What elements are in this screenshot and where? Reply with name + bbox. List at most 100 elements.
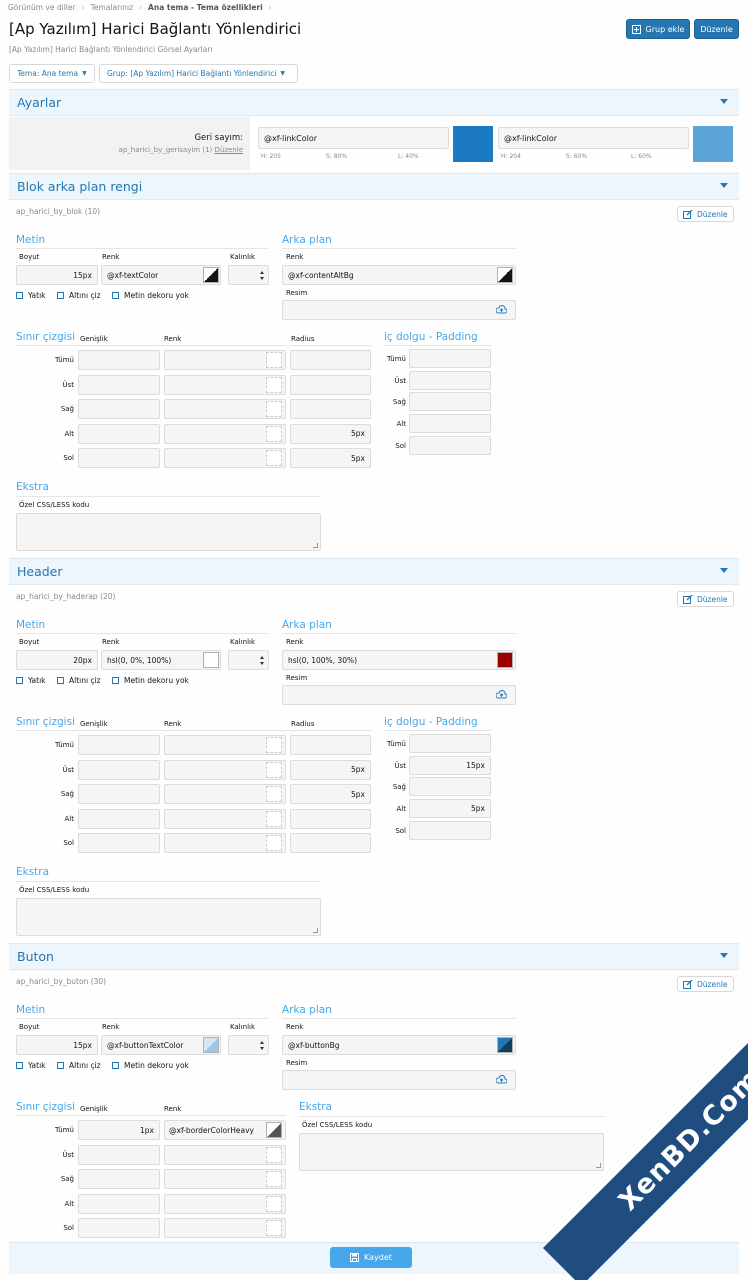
color-swatch[interactable] [266,352,282,368]
color-swatch[interactable] [266,425,282,442]
border-width-input[interactable] [78,1218,160,1238]
group-header-buton[interactable]: Buton [9,943,739,970]
property-edit-button[interactable]: Düzenle [677,206,734,222]
setting-edit-link[interactable]: Düzenle [215,146,244,154]
padding-input[interactable]: 15px [409,755,491,775]
border-radius-input[interactable]: 5px [290,759,371,780]
group-header-ayarlar[interactable]: Ayarlar [9,89,739,116]
add-group-button[interactable]: Grup ekle [626,19,690,39]
underline-checkbox[interactable]: Altını çiz [57,291,101,300]
padding-input[interactable] [409,435,491,455]
border-radius-input[interactable] [290,374,371,395]
css-textarea[interactable] [16,513,321,551]
border-width-input[interactable] [78,833,160,853]
no-decoration-checkbox[interactable]: Metin dekoru yok [112,676,189,685]
save-button[interactable]: Kaydet [330,1247,412,1268]
breadcrumb-item[interactable]: Temalarınız [91,3,133,12]
color-swatch[interactable] [453,126,493,162]
css-textarea[interactable] [16,898,321,936]
padding-input[interactable] [409,734,491,753]
color-swatch[interactable] [266,401,282,417]
border-radius-input[interactable]: 5px [290,423,371,444]
italic-checkbox[interactable]: Yatık [16,1061,46,1070]
font-size-input[interactable]: 20px [16,650,98,670]
color-swatch[interactable] [266,737,282,753]
bg-color-input[interactable]: hsl(0, 100%, 30%) [282,650,516,670]
border-width-input[interactable] [78,808,160,829]
color-swatch[interactable] [266,1146,282,1163]
border-radius-input[interactable] [290,399,371,419]
border-width-input[interactable] [78,759,160,780]
padding-input[interactable] [409,820,491,840]
color-swatch[interactable] [266,835,282,851]
padding-input[interactable] [409,777,491,797]
border-radius-input[interactable] [290,833,371,853]
color-swatch[interactable] [266,1195,282,1212]
bg-image-input[interactable] [282,685,516,705]
color-swatch[interactable] [266,376,282,393]
color-swatch[interactable] [203,652,219,668]
color-swatch[interactable] [266,450,282,466]
border-radius-input[interactable] [290,350,371,370]
padding-input[interactable] [409,392,491,412]
color-swatch[interactable] [266,810,282,827]
upload-icon[interactable] [496,1075,507,1084]
border-radius-input[interactable] [290,735,371,755]
padding-input[interactable] [409,349,491,368]
underline-checkbox[interactable]: Altını çiz [57,1061,101,1070]
color-swatch[interactable] [203,267,219,283]
no-decoration-checkbox[interactable]: Metin dekoru yok [112,291,189,300]
italic-checkbox[interactable]: Yatık [16,291,46,300]
color-swatch[interactable] [203,1037,219,1053]
border-color-value[interactable]: @xf-borderColorHeavy [164,1120,266,1140]
font-size-input[interactable]: 15px [16,1035,98,1055]
border-width-input[interactable] [78,374,160,395]
color-swatch[interactable] [266,786,282,802]
group-header-blok[interactable]: Blok arka plan rengi [9,173,739,200]
theme-filter[interactable]: Tema: Ana tema ▼ [9,64,95,83]
breadcrumb-item[interactable]: Görünüm ve diller [8,3,76,12]
color-swatch[interactable] [266,1122,282,1138]
border-width-input[interactable] [78,1144,160,1165]
no-decoration-checkbox[interactable]: Metin dekoru yok [112,1061,189,1070]
italic-checkbox[interactable]: Yatık [16,676,46,685]
color-swatch[interactable] [497,652,513,668]
padding-input[interactable] [409,414,491,434]
border-radius-input[interactable]: 5px [290,448,371,468]
color-input[interactable]: @xf-linkColor [258,127,449,149]
property-edit-button[interactable]: Düzenle [677,591,734,607]
padding-input[interactable] [409,370,491,390]
color-swatch[interactable] [266,761,282,778]
upload-icon[interactable] [496,305,507,314]
border-width-input[interactable] [78,448,160,468]
edit-button[interactable]: Düzenle [694,19,739,39]
border-width-input[interactable] [78,735,160,755]
font-size-input[interactable]: 15px [16,265,98,285]
font-weight-select[interactable] [228,265,269,285]
group-filter[interactable]: Grup: [Ap Yazılım] Harici Bağlantı Yönle… [99,64,298,83]
upload-icon[interactable] [496,690,507,699]
color-swatch[interactable] [497,267,513,283]
font-weight-select[interactable] [228,1035,269,1055]
padding-input[interactable]: 5px [409,799,491,819]
bg-color-input[interactable]: @xf-contentAltBg [282,265,516,285]
font-weight-select[interactable] [228,650,269,670]
color-swatch[interactable] [266,1171,282,1187]
bg-image-input[interactable] [282,1070,516,1090]
css-textarea[interactable] [299,1133,604,1171]
color-swatch[interactable] [266,1220,282,1236]
property-edit-button[interactable]: Düzenle [677,976,734,992]
border-width-input[interactable] [78,350,160,370]
border-radius-input[interactable]: 5px [290,784,371,804]
border-radius-input[interactable] [290,808,371,829]
border-width-input[interactable] [78,399,160,419]
border-width-value[interactable]: 1px [78,1120,160,1140]
underline-checkbox[interactable]: Altını çiz [57,676,101,685]
border-width-input[interactable] [78,423,160,444]
color-swatch[interactable] [497,1037,513,1053]
bg-image-input[interactable] [282,300,516,320]
bg-color-input[interactable]: @xf-buttonBg [282,1035,516,1055]
color-input[interactable]: @xf-linkColor [498,127,689,149]
group-header-header[interactable]: Header [9,558,739,585]
color-swatch[interactable] [693,126,733,162]
